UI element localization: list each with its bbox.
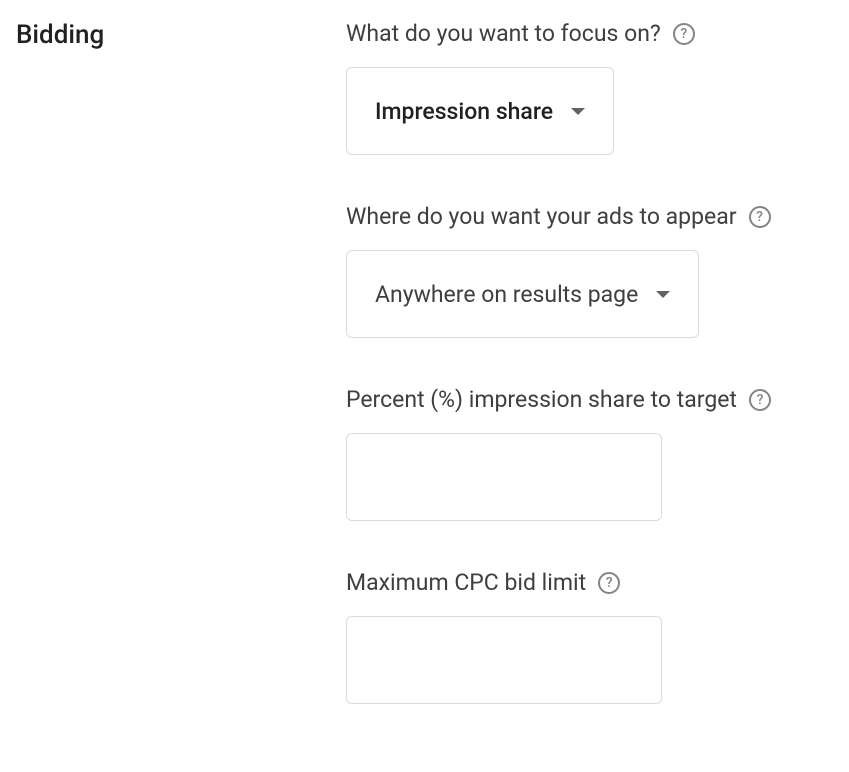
help-icon[interactable] xyxy=(598,572,620,594)
help-icon[interactable] xyxy=(673,23,695,45)
max-cpc-label-row: Maximum CPC bid limit xyxy=(346,569,833,596)
percent-target-input[interactable] xyxy=(346,433,662,521)
max-cpc-label: Maximum CPC bid limit xyxy=(346,569,586,596)
help-icon[interactable] xyxy=(749,206,771,228)
percent-target-label-row: Percent (%) impression share to target xyxy=(346,386,833,413)
ad-location-dropdown-value: Anywhere on results page xyxy=(375,281,638,308)
percent-target-field-group: Percent (%) impression share to target xyxy=(346,386,833,521)
bidding-section: Bidding What do you want to focus on? Im… xyxy=(16,20,833,752)
chevron-down-icon xyxy=(656,291,670,298)
focus-label: What do you want to focus on? xyxy=(346,20,661,47)
percent-target-label: Percent (%) impression share to target xyxy=(346,386,737,413)
ad-location-field-group: Where do you want your ads to appear Any… xyxy=(346,203,833,338)
ad-location-label: Where do you want your ads to appear xyxy=(346,203,737,230)
ad-location-dropdown[interactable]: Anywhere on results page xyxy=(346,250,699,338)
help-icon[interactable] xyxy=(749,389,771,411)
max-cpc-field-group: Maximum CPC bid limit xyxy=(346,569,833,704)
ad-location-label-row: Where do you want your ads to appear xyxy=(346,203,833,230)
fields-column: What do you want to focus on? Impression… xyxy=(346,20,833,752)
focus-dropdown-value: Impression share xyxy=(375,98,553,125)
focus-field-group: What do you want to focus on? Impression… xyxy=(346,20,833,155)
focus-dropdown[interactable]: Impression share xyxy=(346,67,614,155)
chevron-down-icon xyxy=(571,108,585,115)
max-cpc-input[interactable] xyxy=(346,616,662,704)
section-title-column: Bidding xyxy=(16,20,306,752)
focus-label-row: What do you want to focus on? xyxy=(346,20,833,47)
section-title: Bidding xyxy=(16,20,306,50)
